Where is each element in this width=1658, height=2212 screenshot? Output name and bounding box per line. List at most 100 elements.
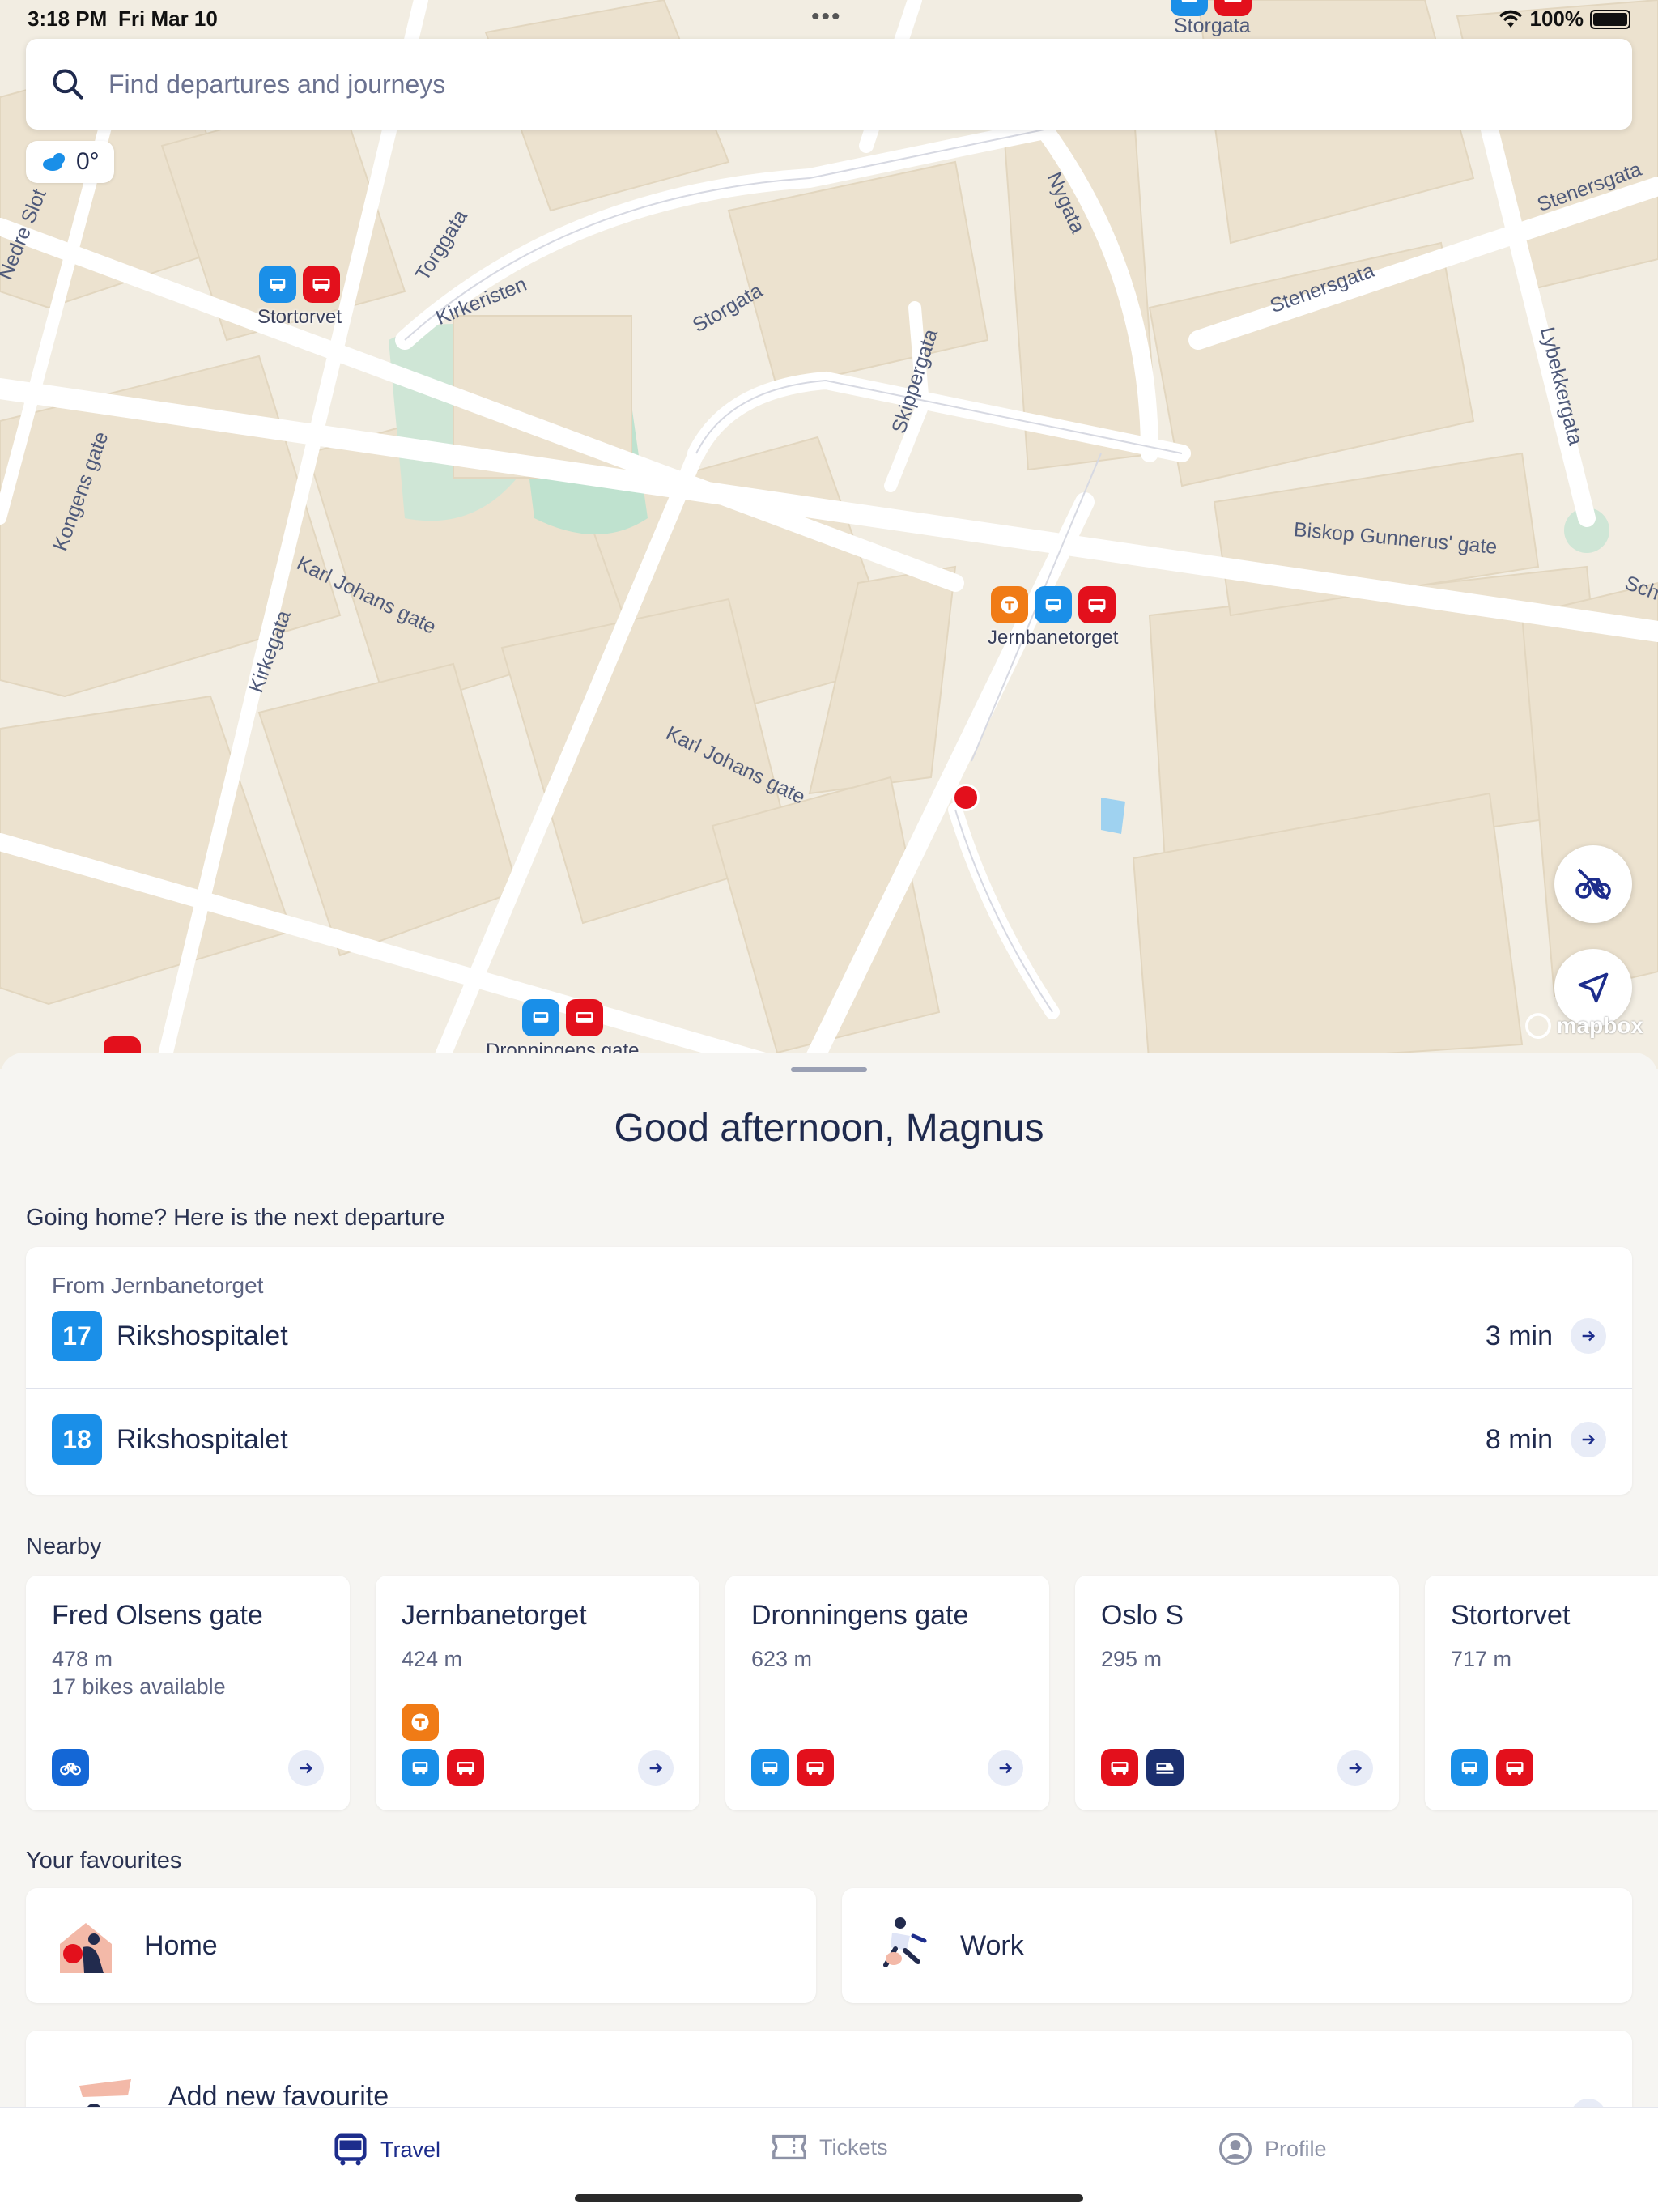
nearby-distance: 295 m: [1101, 1647, 1163, 1671]
profile-icon: [1219, 2133, 1252, 2165]
departure-row[interactable]: 18 Rikshospitalet 8 min: [52, 1414, 1606, 1465]
nearby-card-fred-olsens-gate[interactable]: Fred Olsens gate 478 m 17 bikes availabl…: [26, 1576, 350, 1810]
bike-icon: [52, 1749, 89, 1786]
departure-time: 8 min: [1485, 1423, 1553, 1455]
location-arrow-icon: [1578, 972, 1609, 1003]
arrow-right-icon[interactable]: [288, 1750, 324, 1786]
status-time: 3:18 PM: [28, 6, 108, 31]
mapbox-logo: mapbox: [1524, 1012, 1643, 1040]
nearby-stop-name: Jernbanetorget: [402, 1600, 587, 1631]
metro-icon: [990, 586, 1028, 623]
bus-icon: [1496, 1749, 1533, 1786]
tram-icon: [1034, 586, 1072, 623]
tab-label: Travel: [380, 2137, 441, 2162]
arrow-right-icon[interactable]: [1571, 1318, 1606, 1354]
departure-origin: From Jernbanetorget: [52, 1273, 264, 1298]
bus-icon: [797, 1749, 834, 1786]
multitasking-dots-icon[interactable]: •••: [811, 3, 842, 31]
divider: [26, 1388, 1632, 1389]
nearby-card-dronningens-gate[interactable]: Dronningens gate 623 m: [725, 1576, 1049, 1810]
nearby-card-oslo-s[interactable]: Oslo S 295 m: [1075, 1576, 1399, 1810]
nearby-card-stortorvet[interactable]: Stortorvet 717 m: [1425, 1576, 1658, 1810]
nearby-distance: 424 m: [402, 1647, 463, 1671]
bus-tab-icon: [334, 2133, 367, 2166]
wifi-icon: [1499, 10, 1522, 28]
weather-cloud-icon: [43, 153, 65, 171]
map-stop-label: Stortorvet: [257, 306, 342, 328]
nearby-stop-name: Oslo S: [1101, 1600, 1184, 1631]
weather-temperature: 0°: [76, 148, 100, 175]
nearby-distance: 623 m: [751, 1647, 813, 1671]
train-icon: [1146, 1749, 1184, 1786]
home-illustration-icon: [60, 1923, 112, 1973]
arrow-right-icon[interactable]: [988, 1750, 1023, 1786]
tram-icon: [259, 266, 297, 303]
nearby-modes: [52, 1749, 89, 1786]
nearby-distance: 717 m: [1451, 1647, 1512, 1671]
status-date: Fri Mar 10: [118, 6, 218, 31]
bus-icon: [447, 1749, 484, 1786]
battery-indicator: 100%: [1498, 6, 1630, 32]
map-stop-stortorvet[interactable]: Stortorvet: [257, 266, 342, 329]
work-illustration-icon: [883, 1917, 927, 1967]
search-icon: [53, 69, 83, 100]
search-placeholder: Find departures and journeys: [108, 69, 446, 99]
nearby-modes: [1451, 1749, 1533, 1786]
departure-row[interactable]: 17 Rikshospitalet 3 min: [52, 1311, 1606, 1361]
favourite-label: Work: [960, 1929, 1024, 1961]
ticket-icon: [772, 2134, 806, 2160]
bus-icon: [565, 999, 603, 1036]
favourite-label: Home: [144, 1929, 218, 1961]
nearby-modes: [751, 1749, 834, 1786]
mapbox-label: mapbox: [1556, 1013, 1643, 1038]
status-bar: 3:18 PM Fri Mar 10 ••• 100%: [0, 0, 1658, 37]
nearby-card-jernbanetorget[interactable]: Jernbanetorget 424 m: [376, 1576, 699, 1810]
search-bar[interactable]: Find departures and journeys: [26, 39, 1632, 130]
nearby-stop-info: 478 m 17 bikes available: [52, 1645, 226, 1700]
home-indicator[interactable]: [575, 2194, 1083, 2202]
nearby-stop-name: Dronningens gate: [751, 1600, 969, 1631]
nearby-title: Nearby: [26, 1534, 102, 1559]
nearby-stop-name: Stortorvet: [1451, 1600, 1571, 1631]
tab-label: Tickets: [819, 2134, 888, 2159]
bus-icon: [1101, 1749, 1138, 1786]
bike-filter-button[interactable]: [1554, 845, 1632, 923]
map-stop-label: Jernbanetorget: [988, 627, 1119, 649]
departure-time: 3 min: [1485, 1320, 1553, 1351]
nearby-stop-name: Fred Olsens gate: [52, 1600, 263, 1631]
bike-icon: [1575, 868, 1611, 900]
arrow-right-icon[interactable]: [1337, 1750, 1373, 1786]
weather-chip[interactable]: 0°: [26, 141, 114, 183]
departure-destination: Rikshospitalet: [117, 1423, 288, 1455]
arrow-right-icon[interactable]: [1571, 1422, 1606, 1457]
map-stop-jernbanetorget[interactable]: Jernbanetorget: [988, 586, 1118, 649]
bus-icon: [303, 266, 341, 303]
tab-travel[interactable]: Travel: [332, 2131, 440, 2168]
metro-icon: [402, 1704, 439, 1741]
line-badge: 18: [52, 1414, 102, 1465]
going-home-card: From Jernbanetorget 17 Rikshospitalet 3 …: [26, 1247, 1632, 1495]
nearby-modes: [1101, 1749, 1184, 1786]
tram-icon: [1451, 1749, 1488, 1786]
tab-label: Profile: [1265, 2136, 1327, 2161]
sheet-drag-handle[interactable]: [791, 1067, 867, 1072]
greeting-title: Good afternoon, Magnus: [614, 1107, 1044, 1150]
favourites-title: Your favourites: [26, 1848, 182, 1874]
favourite-work[interactable]: Work: [842, 1888, 1632, 2003]
tab-bar: Travel Tickets Profile: [0, 2107, 1658, 2212]
tab-profile[interactable]: Profile: [1218, 2131, 1327, 2167]
line-badge: 17: [52, 1311, 102, 1361]
tram-icon: [521, 999, 559, 1036]
nearby-distance: 478 m: [52, 1647, 113, 1671]
favourite-home[interactable]: Home: [26, 1888, 816, 2003]
battery-icon: [1590, 9, 1630, 29]
tram-icon: [751, 1749, 789, 1786]
arrow-right-icon[interactable]: [638, 1750, 674, 1786]
mapbox-icon: [1524, 1013, 1551, 1039]
map-view[interactable]: Storgata Torggata Kirkeristen Storgata N…: [0, 0, 1658, 1069]
nearby-modes: [402, 1749, 484, 1786]
going-home-title: Going home? Here is the next departure: [26, 1205, 445, 1231]
tab-tickets[interactable]: Tickets: [771, 2131, 888, 2163]
battery-percent: 100%: [1529, 6, 1584, 31]
nearby-bikes-available: 17 bikes available: [52, 1674, 226, 1699]
